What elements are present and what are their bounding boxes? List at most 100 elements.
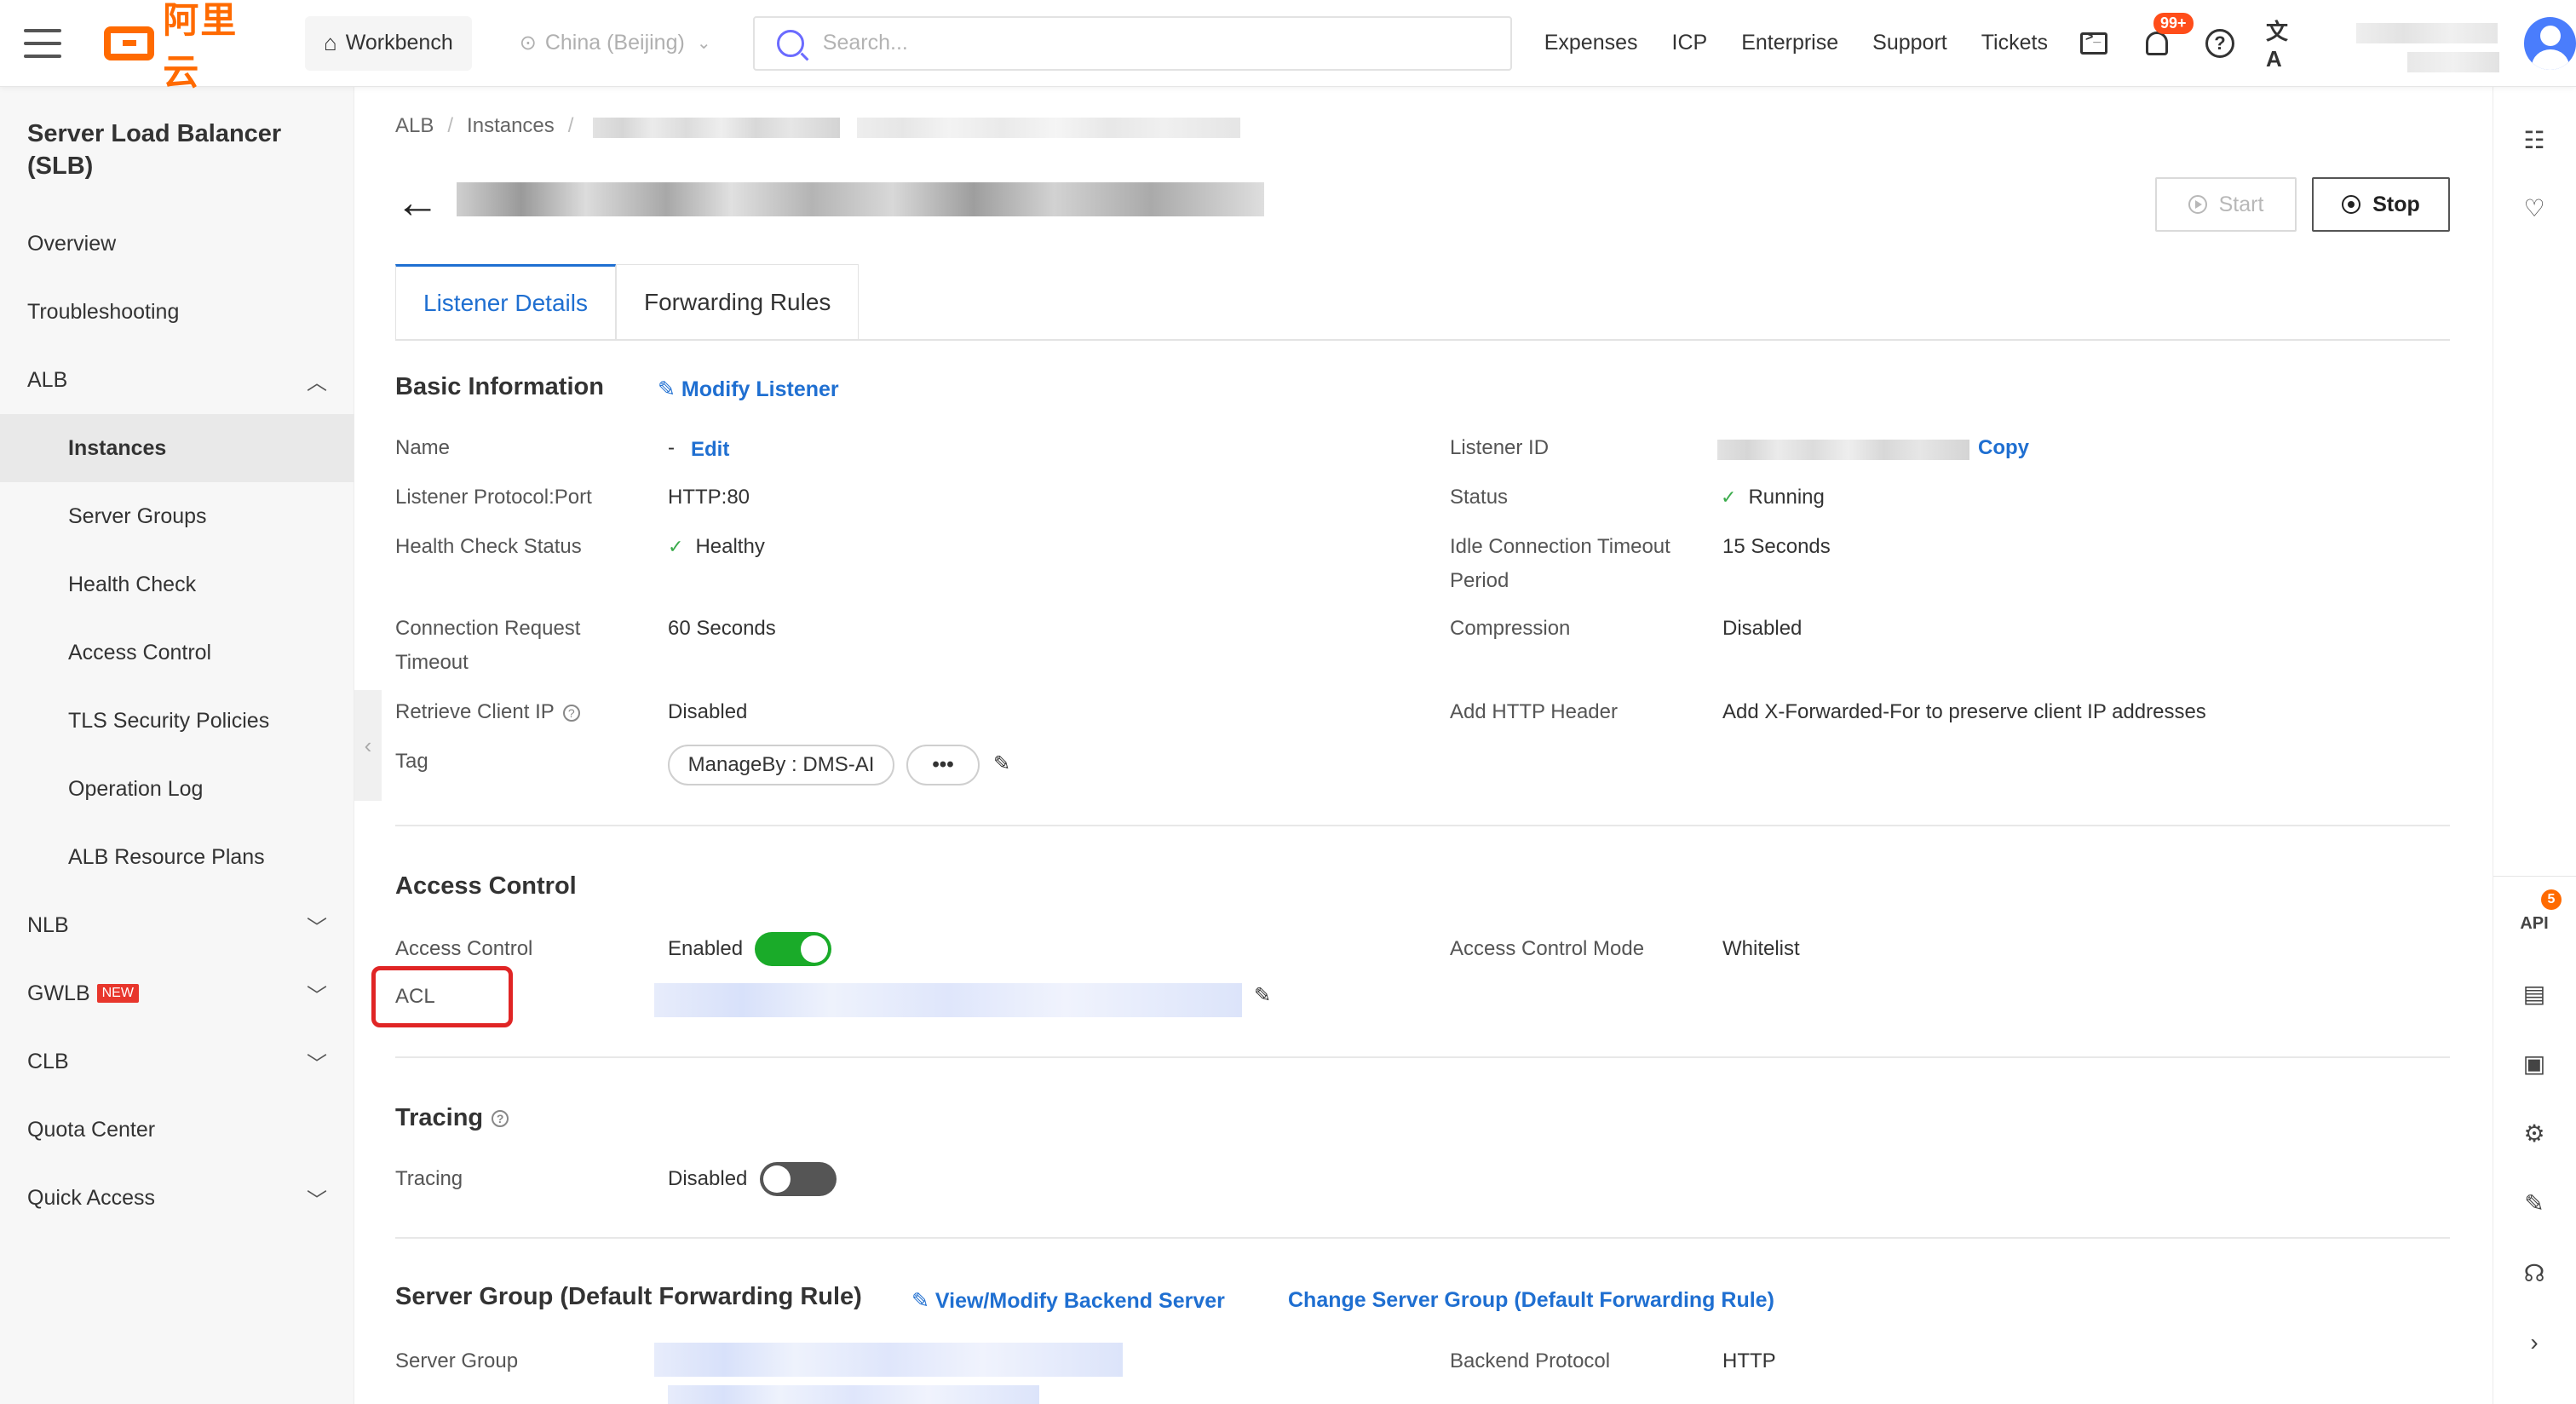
http-header-label: Add HTTP Header — [1450, 700, 1618, 723]
sidebar-item-quick-access[interactable]: Quick Access ﹀ — [0, 1164, 354, 1232]
workbench-button[interactable]: ⌂ Workbench — [305, 15, 472, 71]
aliyun-logo[interactable]: 阿里云 — [103, 0, 274, 92]
breadcrumb-instance-redacted[interactable] — [593, 118, 840, 138]
stop-button[interactable]: Stop — [2312, 177, 2450, 232]
region-selector[interactable]: ⊙ China (Beijing) ⌄ — [520, 31, 722, 55]
help-icon[interactable]: ? — [562, 704, 580, 722]
edit-icon: ✎ — [658, 377, 681, 401]
sidebar-item-gwlb[interactable]: GWLB NEW ﹀ — [0, 959, 354, 1027]
edit-acl-icon[interactable]: ✎ — [1254, 983, 1271, 1008]
sidebar-item-overview[interactable]: Overview — [0, 210, 354, 278]
help-icon[interactable]: ? — [2203, 26, 2237, 60]
search-placeholder: Search... — [822, 31, 908, 55]
account-info-redacted[interactable] — [2346, 11, 2499, 76]
server-group-redacted[interactable] — [654, 1343, 1123, 1377]
nav-enterprise[interactable]: Enterprise — [1741, 31, 1838, 55]
nav-icp[interactable]: ICP — [1672, 31, 1708, 55]
name-label: Name — [395, 436, 451, 459]
health-check-label: Health Check Status — [395, 535, 582, 558]
stop-label: Stop — [2372, 192, 2420, 216]
sidebar-item-access-control[interactable]: Access Control — [0, 619, 354, 687]
access-control-title: Access Control — [395, 872, 577, 900]
tab-forwarding-rules[interactable]: Forwarding Rules — [615, 264, 860, 339]
chevron-up-icon: ︿ — [307, 371, 327, 394]
breadcrumb-separator: / — [567, 114, 574, 137]
sidebar-item-health-check[interactable]: Health Check — [0, 550, 354, 619]
sidebar-item-alb[interactable]: ALB ︿ — [0, 346, 354, 414]
more-tags-button[interactable]: ••• — [906, 745, 980, 785]
server-group-id-redacted[interactable] — [668, 1385, 1039, 1404]
tracing-title: Tracing? — [395, 1104, 509, 1132]
sidebar-item-label: Server Groups — [68, 503, 207, 528]
conn-timeout-label-line1: Connection Request — [395, 617, 581, 640]
notification-badge: 99+ — [2153, 12, 2194, 34]
chevron-right-icon[interactable]: › — [2519, 1327, 2550, 1358]
logo-mark — [103, 26, 155, 60]
sidebar-item-clb[interactable]: CLB ﹀ — [0, 1027, 354, 1096]
view-modify-backend-link[interactable]: ✎ View/Modify Backend Server — [911, 1288, 1225, 1314]
tag-pill[interactable]: ManageBy : DMS-AI — [668, 745, 894, 785]
breadcrumb-alb[interactable]: ALB — [395, 114, 434, 138]
sidebar-item-quota-center[interactable]: Quota Center — [0, 1096, 354, 1164]
api-doc-icon[interactable]: ▣ — [2519, 1048, 2550, 1079]
start-button[interactable]: Start — [2155, 177, 2297, 232]
region-label: China (Beijing) — [544, 31, 685, 55]
health-check-status: ✓ Healthy — [668, 530, 765, 564]
tracing-toggle[interactable] — [760, 1162, 837, 1196]
sidebar-title: Server Load Balancer (SLB) — [27, 120, 282, 180]
sidebar-item-label: ALB — [27, 367, 68, 392]
home-icon: ⌂ — [324, 30, 337, 55]
sidebar-item-nlb[interactable]: NLB ﹀ — [0, 891, 354, 959]
edit-icon[interactable]: ✎ — [2519, 1188, 2550, 1218]
access-control-toggle[interactable] — [755, 932, 831, 966]
protocol-label: Listener Protocol:Port — [395, 486, 592, 509]
api-icon[interactable]: API 5 — [2519, 889, 2562, 939]
gear-icon[interactable]: ⚙ — [2519, 1118, 2550, 1148]
sidebar-item-label: Overview — [27, 231, 117, 256]
checklist-icon[interactable]: ☷ — [2519, 124, 2550, 155]
avatar[interactable] — [2523, 16, 2576, 70]
headset-icon[interactable]: ☊ — [2519, 1257, 2550, 1288]
server-group-label: Server Group — [395, 1349, 519, 1372]
breadcrumb-instances[interactable]: Instances — [467, 114, 555, 138]
acl-value-redacted[interactable] — [654, 983, 1242, 1017]
edit-icon: ✎ — [911, 1289, 935, 1313]
search-input[interactable]: Search... — [752, 15, 1512, 71]
sidebar-item-operation-log[interactable]: Operation Log — [0, 755, 354, 823]
sidebar-item-label: TLS Security Policies — [68, 708, 270, 733]
help-icon[interactable]: ? — [492, 1110, 509, 1128]
menu-icon[interactable] — [24, 28, 61, 58]
back-arrow-icon[interactable]: ← — [395, 181, 440, 225]
api-badge: 5 — [2541, 889, 2562, 910]
chevron-down-icon: ﹀ — [307, 984, 327, 1008]
edit-tag-icon[interactable]: ✎ — [993, 751, 1010, 776]
terminal-icon[interactable] — [2077, 26, 2111, 60]
copy-link[interactable]: Copy — [1978, 436, 2029, 460]
sidebar-item-alb-resource-plans[interactable]: ALB Resource Plans — [0, 823, 354, 891]
modify-listener-link[interactable]: ✎ Modify Listener — [658, 377, 839, 402]
sidebar-item-label: Quick Access — [27, 1185, 156, 1210]
bell-icon[interactable]: 99+ — [2140, 12, 2194, 60]
change-server-group-link[interactable]: Change Server Group (Default Forwarding … — [1288, 1288, 1774, 1313]
access-control-mode-label: Access Control Mode — [1450, 937, 1645, 960]
sidebar-item-label: Health Check — [68, 572, 197, 596]
tab-listener-details[interactable]: Listener Details — [395, 264, 616, 339]
nav-expenses[interactable]: Expenses — [1544, 31, 1638, 55]
access-control-value: Enabled — [668, 937, 744, 960]
document-icon[interactable]: ▤ — [2519, 978, 2550, 1009]
check-icon: ✓ — [1721, 486, 1737, 508]
translate-icon[interactable]: 文A — [2266, 19, 2300, 72]
listener-id-label: Listener ID — [1450, 436, 1550, 459]
nav-tickets[interactable]: Tickets — [1981, 31, 2048, 55]
nav-support[interactable]: Support — [1872, 31, 1947, 55]
sidebar-item-tls-policies[interactable]: TLS Security Policies — [0, 687, 354, 755]
server-group-title: Server Group (Default Forwarding Rule) — [395, 1283, 862, 1310]
sidebar-item-server-groups[interactable]: Server Groups — [0, 482, 354, 550]
tracing-label: Tracing — [395, 1167, 463, 1190]
sidebar-item-troubleshooting[interactable]: Troubleshooting — [0, 278, 354, 346]
sidebar-item-instances[interactable]: Instances — [0, 414, 354, 482]
tracing-value: Disabled — [668, 1167, 748, 1190]
heart-pulse-icon[interactable]: ♡ — [2519, 193, 2550, 223]
name-edit-link[interactable]: Edit — [691, 438, 729, 462]
idle-timeout-label-line1: Idle Connection Timeout — [1450, 535, 1670, 558]
